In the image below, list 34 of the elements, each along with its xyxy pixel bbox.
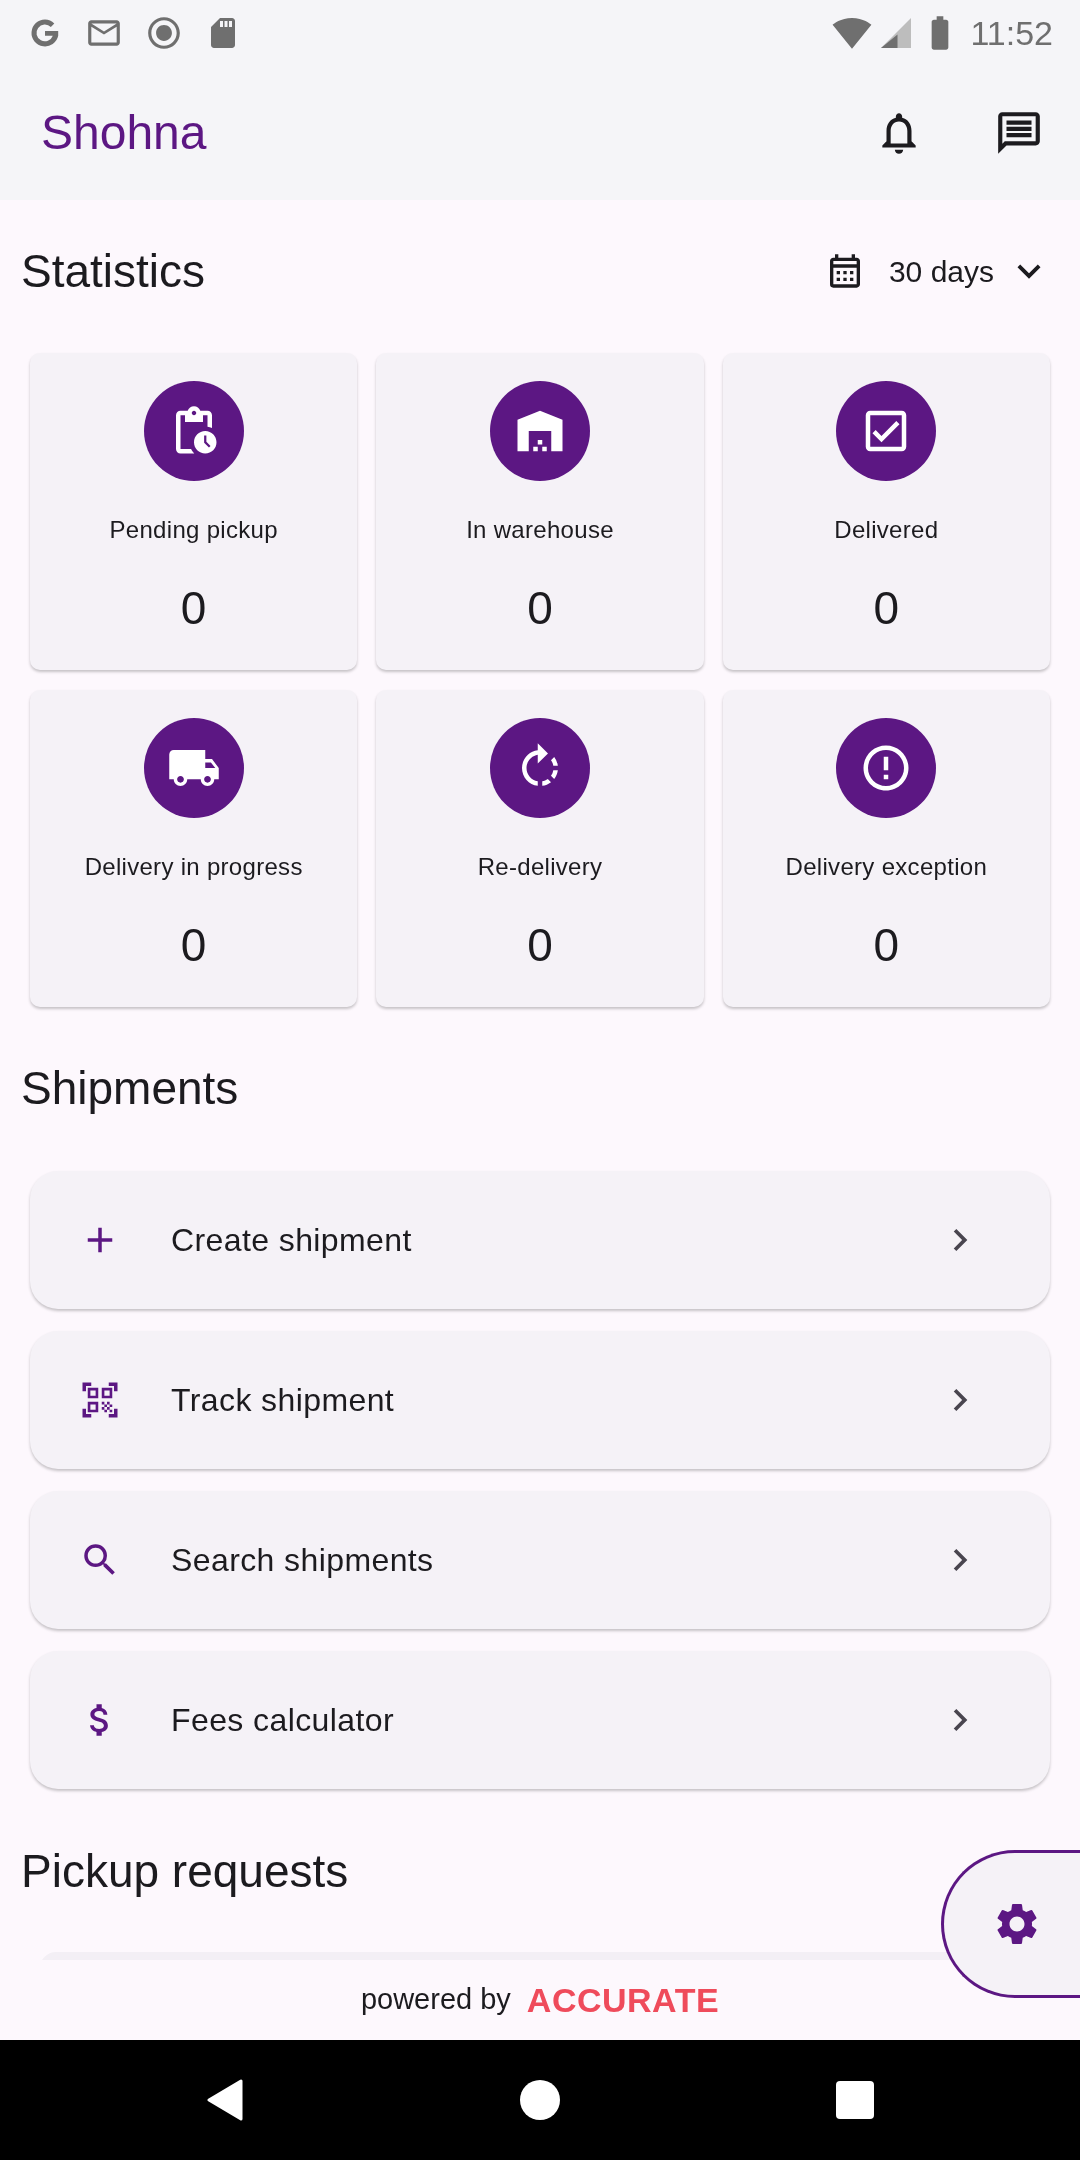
stat-count: 0 (180, 919, 207, 971)
powered-by-text: powered by (360, 1982, 511, 2018)
back-icon[interactable] (207, 2079, 244, 2121)
stat-card[interactable]: Delivery exception 0 (722, 690, 1050, 1007)
shipment-menu-item[interactable]: Track shipment (30, 1331, 1050, 1469)
shipment-menu-item[interactable]: Create shipment (30, 1171, 1050, 1309)
stat-card[interactable]: Re-delivery 0 (376, 690, 704, 1007)
settings-fab[interactable] (941, 1850, 1080, 1998)
stat-label: Delivery exception (785, 852, 988, 882)
stat-count: 0 (180, 582, 207, 634)
period-dropdown[interactable]: 30 days (824, 248, 1052, 294)
stat-label: In warehouse (466, 515, 614, 545)
stat-label: Re-delivery (477, 852, 603, 882)
home-icon[interactable] (520, 2080, 560, 2120)
section-title: Statistics (21, 243, 206, 299)
stat-count: 0 (873, 919, 900, 971)
stat-label: Delivered (834, 515, 939, 545)
recents-icon[interactable] (835, 2081, 874, 2119)
stat-card[interactable]: Pending pickup 0 (30, 353, 358, 670)
stat-label: Pending pickup (109, 515, 278, 545)
stat-card[interactable]: Delivery in progress 0 (30, 690, 358, 1007)
section-title: Pickup requests (21, 1843, 349, 1899)
section-title: Shipments (21, 1060, 239, 1116)
app-title: Shohna (41, 105, 207, 161)
stat-count: 0 (527, 582, 553, 634)
shipment-menu-item[interactable]: Fees calculator (30, 1651, 1050, 1789)
stat-label: Delivery in progress (84, 852, 303, 882)
clock-time: 11:52 (970, 13, 1053, 53)
stat-count: 0 (873, 582, 900, 634)
shipment-menu-item[interactable]: Search shipments (30, 1491, 1050, 1629)
stat-card[interactable]: In warehouse 0 (376, 353, 704, 670)
stat-count: 0 (527, 919, 553, 971)
brand-logo-text: ACCURATE (526, 1979, 720, 2021)
stat-card[interactable]: Delivered 0 (722, 353, 1050, 670)
